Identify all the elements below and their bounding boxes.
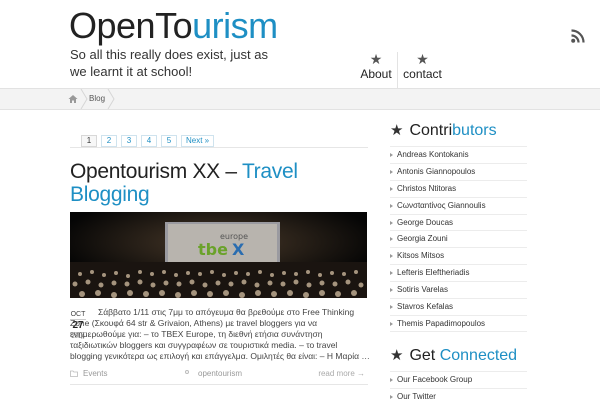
site-tagline: So all this really does exist, just as w…	[70, 46, 275, 80]
conference-stage-photo: europe tbe X	[70, 212, 367, 298]
contributors-title-part2: butors	[452, 122, 497, 139]
page-3-button[interactable]: 3	[121, 135, 137, 147]
page-5-button[interactable]: 5	[161, 135, 177, 147]
site-title-part2: urism	[192, 5, 278, 46]
contributor-link[interactable]: Cωνσtαntίνος Giannoulis	[390, 196, 527, 214]
tagline-line2: we learnt it at school!	[70, 64, 193, 79]
contributor-link[interactable]: Themis Papadimopoulos	[390, 314, 527, 332]
pagination: 1 2 3 4 5 Next »	[81, 135, 215, 147]
breadcrumb-separator	[80, 89, 88, 109]
page-2-button[interactable]: 2	[101, 135, 117, 147]
contributor-link[interactable]: George Doucas	[390, 213, 527, 231]
twitter-link[interactable]: Our Twitter	[390, 387, 527, 400]
contributor-link[interactable]: Stavros Kefalas	[390, 298, 527, 315]
star-icon: ★	[390, 122, 404, 139]
breadcrumb-separator	[107, 89, 115, 109]
site-title[interactable]: OpenTourism	[69, 6, 278, 46]
tag-icon	[185, 370, 189, 374]
contributor-link[interactable]: Sotiris Varelas	[390, 281, 527, 298]
site-title-part1: OpenTo	[69, 5, 193, 46]
contributor-link[interactable]: Kitsos Mitsos	[390, 247, 527, 264]
svg-text:X: X	[232, 240, 245, 259]
breadcrumb-item-blog[interactable]: Blog	[89, 94, 105, 103]
star-icon: ★	[369, 51, 383, 67]
read-more-link[interactable]: read more →	[318, 369, 365, 378]
rss-icon[interactable]	[571, 29, 585, 43]
facebook-group-link[interactable]: Our Facebook Group	[390, 371, 527, 388]
nav-contact[interactable]: ★ contact	[397, 52, 447, 88]
post-meta: Events opentourism read more →	[70, 369, 368, 381]
folder-icon	[70, 370, 78, 377]
connected-title-part2: Connected	[439, 347, 518, 364]
page-4-button[interactable]: 4	[141, 135, 157, 147]
main-navigation: ★ About ★ contact	[355, 52, 447, 88]
post-title[interactable]: Opentourism XX – Travel Blogging	[70, 160, 370, 206]
tagline-line1: So all this really does exist, just as	[70, 47, 268, 62]
next-page-button[interactable]: Next »	[181, 135, 215, 147]
contributor-link[interactable]: Lefteris Eleftheriadis	[390, 264, 527, 281]
nav-about-label: About	[360, 67, 392, 81]
post-category-link[interactable]: Events	[83, 369, 107, 378]
contributor-link[interactable]: Georgia Zouni	[390, 230, 527, 247]
nav-contact-label: contact	[403, 67, 442, 81]
star-icon: ★	[416, 51, 429, 67]
connected-widget-title: ★ Get Connected	[390, 347, 517, 365]
breadcrumb: Blog	[0, 88, 600, 110]
page-1-button[interactable]: 1	[81, 135, 97, 147]
svg-text:tbe: tbe	[198, 240, 228, 259]
divider	[70, 147, 368, 148]
nav-about[interactable]: ★ About	[355, 52, 397, 88]
connected-list: Our Facebook Group Our Twitter	[390, 371, 527, 400]
home-icon[interactable]	[68, 94, 78, 104]
contributors-widget-title: ★ Contributors	[390, 122, 497, 140]
post-excerpt: Σάββατο 1/11 στις 7μμ το απόγευμα θα βρε…	[70, 307, 370, 361]
contributor-link[interactable]: Andreas Kontokanis	[390, 146, 527, 163]
post-featured-image[interactable]: europe tbe X	[70, 212, 367, 298]
contributor-link[interactable]: Antonis Giannopoulos	[390, 162, 527, 180]
contributors-list: Andreas Kontokanis Antonis Giannopoulos …	[390, 146, 527, 332]
contributor-link[interactable]: Christos Ntitoras	[390, 179, 527, 197]
post-title-part1: Opentourism XX –	[70, 160, 242, 183]
post-tag-link[interactable]: opentourism	[198, 369, 242, 378]
contributors-title-part1: Contri	[409, 122, 453, 139]
star-icon: ★	[390, 347, 404, 364]
divider	[70, 384, 368, 385]
connected-title-part1: Get	[409, 347, 440, 364]
